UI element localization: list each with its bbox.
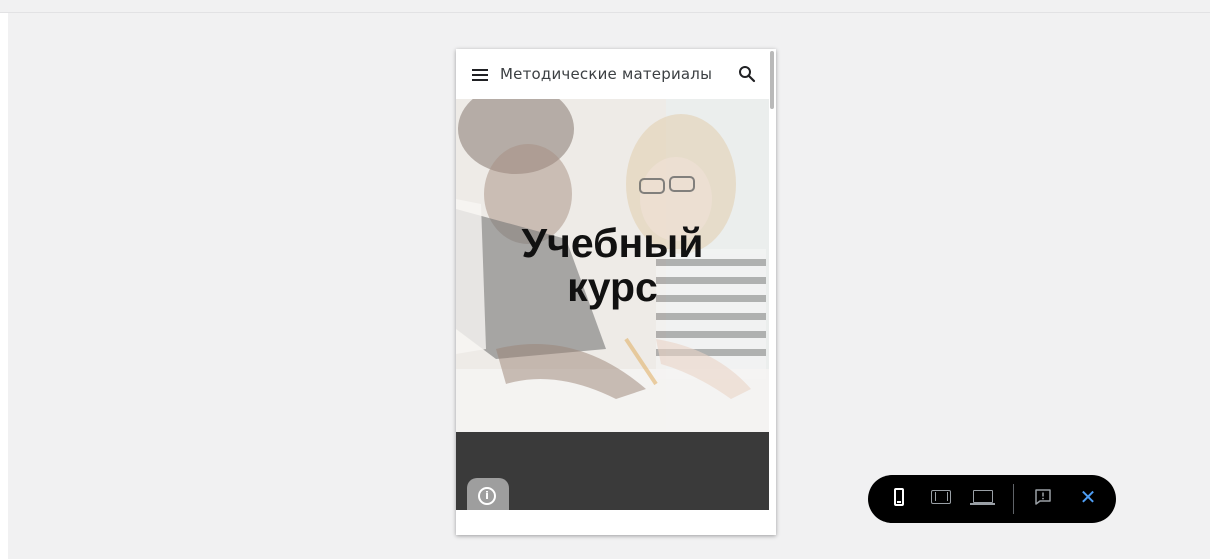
hero-banner: Учебный курс bbox=[456, 99, 769, 432]
site-header: Методические материалы bbox=[456, 49, 769, 99]
phone-view-icon[interactable] bbox=[894, 488, 904, 506]
toolbar-divider bbox=[1013, 484, 1014, 514]
site-title[interactable]: Методические материалы bbox=[500, 65, 712, 83]
close-icon[interactable]: ✕ bbox=[1077, 486, 1099, 508]
preview-toolbar: ✕ bbox=[868, 475, 1116, 523]
hero-title-line2: курс bbox=[567, 264, 658, 310]
info-icon: i bbox=[478, 487, 496, 505]
laptop-view-icon[interactable] bbox=[970, 490, 995, 505]
menu-icon[interactable] bbox=[472, 69, 488, 81]
hero-title: Учебный курс bbox=[456, 221, 769, 309]
scrollbar-track bbox=[769, 49, 776, 535]
top-divider bbox=[0, 12, 1210, 13]
phone-preview-frame: Методические материалы Учебный курс i bbox=[456, 49, 776, 535]
scrollbar-thumb[interactable] bbox=[770, 51, 774, 109]
left-edge-strip bbox=[0, 13, 8, 559]
tablet-view-icon[interactable] bbox=[931, 490, 951, 504]
feedback-icon[interactable] bbox=[1034, 488, 1052, 506]
info-button[interactable]: i bbox=[467, 478, 509, 510]
hero-title-line1: Учебный bbox=[521, 220, 704, 266]
search-icon[interactable] bbox=[738, 65, 756, 83]
phone-footer bbox=[456, 510, 769, 535]
